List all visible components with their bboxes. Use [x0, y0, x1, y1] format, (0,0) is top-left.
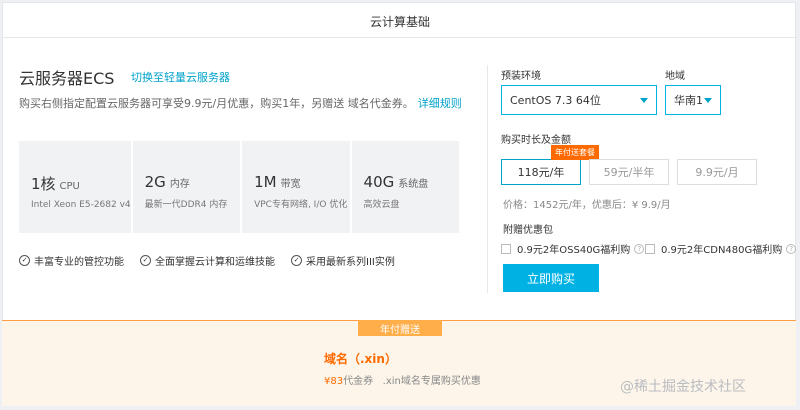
gift-amount: ¥83	[324, 376, 344, 387]
addon-oss[interactable]: 0.9元2年OSS40G福利购 ?	[501, 241, 645, 256]
help-icon[interactable]: ?	[786, 243, 797, 254]
feature-item: ✓ 全面掌握云计算和运维技能	[140, 253, 275, 268]
product-title: 云服务器ECS	[19, 69, 115, 88]
addon-label: 0.9元2年OSS40G福利购	[517, 245, 631, 256]
feature-label: 丰富专业的管控功能	[34, 257, 124, 268]
gift-title: 域名（.xin）	[324, 352, 397, 366]
spec-unit: 内存	[169, 179, 190, 190]
watermark: @稀土掘金技术社区	[620, 379, 746, 395]
gift-desc: ¥83代金券 .xin域名专属购买优惠	[324, 372, 481, 387]
spec-unit: 带宽	[280, 179, 301, 190]
promo-text: 购买右侧指定配置云服务器可享受9.9元/月优惠，购买1年，另赠送 域名代金券。详…	[19, 95, 462, 111]
region-select-value: 华南1	[674, 94, 703, 107]
spec-desc: 高效云盘	[363, 200, 400, 210]
check-circle-icon: ✓	[19, 255, 30, 266]
spec-value: 1M	[254, 173, 277, 191]
feature-label: 全面掌握云计算和运维技能	[155, 257, 275, 268]
header-divider	[3, 37, 797, 38]
duration-option-month[interactable]: 9.9元/月	[677, 159, 757, 185]
duration-label: 购买时长及金额	[501, 135, 571, 146]
spec-value: 40G	[363, 173, 395, 191]
spec-desc: Intel Xeon E5-2682 v4	[31, 200, 131, 210]
duration-option-halfyear[interactable]: 59元/半年	[589, 159, 669, 185]
spec-cards: 1核 CPU Intel Xeon E5-2682 v4 2G 内存 最新一代DDR…	[19, 141, 459, 233]
feature-list: ✓ 丰富专业的管控功能 ✓ 全面掌握云计算和运维技能 ✓ 采用最新系列III实例	[19, 253, 395, 268]
price-line: 价格：1452元/年，优惠后：¥ 9.9/月	[503, 200, 671, 211]
region-label: 地域	[665, 71, 685, 82]
feature-label: 采用最新系列III实例	[306, 257, 395, 268]
env-label: 预装环境	[501, 71, 541, 82]
spec-unit: 系统盘	[398, 179, 429, 190]
feature-item: ✓ 采用最新系列III实例	[291, 253, 395, 268]
promo-description: 购买右侧指定配置云服务器可享受9.9元/月优惠，购买1年，另赠送 域名代金券。	[19, 97, 414, 110]
caret-down-icon	[640, 98, 648, 103]
addon-title: 附赠优惠包	[503, 225, 553, 236]
check-circle-icon: ✓	[140, 255, 151, 266]
section-title: 云计算基础	[369, 15, 430, 29]
year-gift-badge: 年付送套餐	[551, 145, 599, 160]
spec-value: 1核	[31, 175, 56, 193]
region-select[interactable]: 华南1	[665, 85, 721, 115]
gift-amount-suffix: 代金券	[343, 376, 374, 387]
checkbox[interactable]	[501, 243, 511, 254]
spec-desc: 最新一代DDR4 内存	[144, 200, 228, 210]
column-divider	[487, 65, 488, 293]
help-icon[interactable]: ?	[634, 243, 645, 254]
env-select[interactable]: CentOS 7.3 64位	[501, 85, 657, 115]
duration-option-year[interactable]: 118元/年	[501, 159, 581, 185]
spec-card-memory: 2G 内存 最新一代DDR4 内存	[132, 141, 241, 233]
spec-desc: VPC专有网络, I/O 优化	[254, 200, 348, 210]
spec-card-disk: 40G 系统盘 高效云盘	[351, 141, 459, 233]
addon-cdn[interactable]: 0.9元2年CDN480G福利购 ?	[645, 241, 797, 256]
gift-tag: 年付赠送	[358, 320, 442, 336]
spec-card-bandwidth: 1M 带宽 VPC专有网络, I/O 优化	[242, 141, 350, 233]
spec-unit: CPU	[59, 181, 80, 192]
feature-item: ✓ 丰富专业的管控功能	[19, 253, 124, 268]
spec-card-cpu: 1核 CPU Intel Xeon E5-2682 v4	[19, 141, 131, 233]
check-circle-icon: ✓	[291, 255, 302, 266]
checkbox[interactable]	[645, 243, 655, 254]
spec-value: 2G	[144, 173, 166, 191]
addon-label: 0.9元2年CDN480G福利购	[661, 245, 783, 256]
switch-lightweight-link[interactable]: 切换至轻量云服务器	[131, 69, 230, 85]
env-select-value: CentOS 7.3 64位	[510, 94, 601, 107]
rules-link[interactable]: 详细规则	[418, 97, 462, 110]
buy-now-button[interactable]: 立即购买	[503, 264, 599, 292]
caret-down-icon	[704, 98, 712, 103]
gift-description: .xin域名专属购买优惠	[382, 376, 481, 387]
